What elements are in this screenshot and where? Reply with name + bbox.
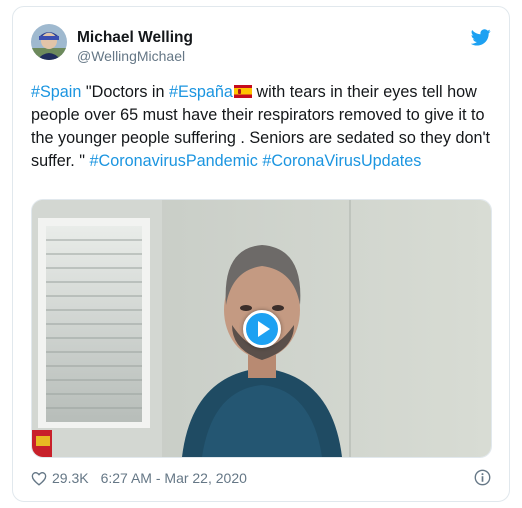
- user-handle[interactable]: @WellingMichael: [77, 48, 185, 64]
- hashtag-coronavirusupdates[interactable]: #CoronaVirusUpdates: [262, 152, 421, 170]
- spain-flag-emoji: [233, 85, 252, 98]
- display-name[interactable]: Michael Welling: [77, 29, 193, 47]
- hashtag-spain[interactable]: #Spain: [31, 83, 81, 101]
- info-icon[interactable]: [474, 469, 491, 486]
- tweet-timestamp[interactable]: 6:27 AM - Mar 22, 2020: [101, 470, 247, 486]
- tweet-text: #Spain "Doctors in #España with tears in…: [31, 81, 497, 173]
- video-player[interactable]: [31, 199, 492, 458]
- play-icon[interactable]: [242, 309, 281, 348]
- tweet-footer: 29.3K 6:27 AM - Mar 22, 2020: [31, 469, 247, 487]
- avatar[interactable]: [31, 24, 67, 60]
- like-count[interactable]: 29.3K: [52, 470, 89, 486]
- tweet-card: Michael Welling @WellingMichael #Spain "…: [12, 6, 510, 502]
- twitter-bird-icon[interactable]: [471, 29, 491, 46]
- heart-icon[interactable]: [31, 471, 47, 486]
- tweet-text-segment: "Doctors in: [81, 83, 170, 101]
- hashtag-espana[interactable]: #España: [169, 83, 233, 101]
- hashtag-coronaviruspandemic[interactable]: #CoronavirusPandemic: [90, 152, 258, 170]
